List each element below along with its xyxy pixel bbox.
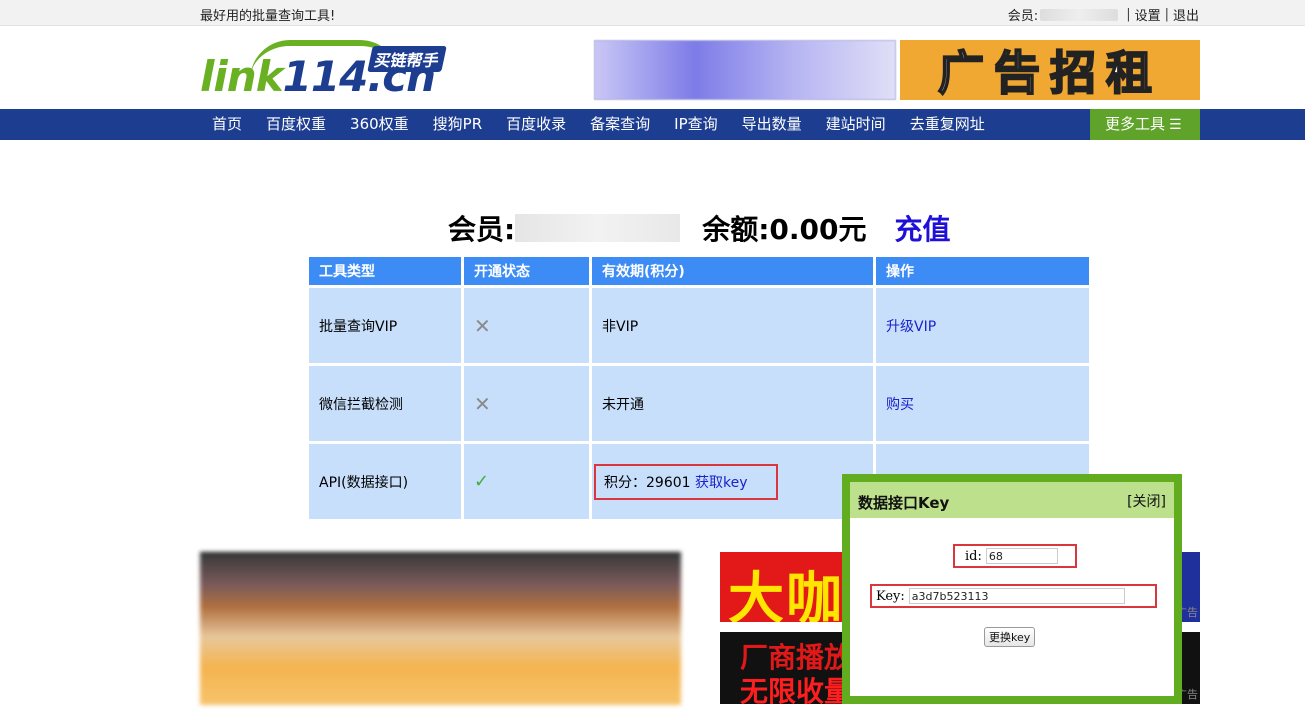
nav-baidu-weight[interactable]: 百度权重 [254, 109, 338, 140]
table-row: 批量查询VIP ✕ 非VIP 升级VIP [309, 288, 1089, 363]
cross-icon: ✕ [474, 391, 491, 416]
member-label: 会员: [1007, 9, 1039, 24]
points-text: 积分：29601 [604, 474, 691, 491]
id-field[interactable] [985, 548, 1058, 564]
nav-360-weight[interactable]: 360权重 [338, 109, 421, 140]
status-cell: ✕ [464, 366, 589, 441]
table-row: 微信拦截检测 ✕ 未开通 购买 [309, 366, 1089, 441]
dialog-title: 数据接口Key [858, 494, 950, 512]
member-summary: 会员: 余额:0.00元 充值 [448, 208, 951, 248]
action-cell: 购买 [876, 366, 1089, 441]
status-cell: ✓ [464, 444, 589, 519]
change-key-button[interactable]: 更换key [984, 627, 1036, 647]
more-tools-button[interactable]: 更多工具 ☰ [1090, 109, 1200, 140]
key-row: Key: [870, 584, 1157, 608]
member-label: 会员: [448, 213, 516, 246]
get-key-link[interactable]: 获取key [695, 475, 748, 491]
nav-home[interactable]: 首页 [200, 109, 254, 140]
key-field[interactable] [908, 588, 1125, 604]
ad-banner-blurred-bottom[interactable] [200, 552, 681, 705]
points-highlight: 积分：29601 获取key [594, 463, 778, 500]
nav-export-count[interactable]: 导出数量 [730, 109, 814, 140]
nav-site-age[interactable]: 建站时间 [814, 109, 898, 140]
site-logo[interactable]: link114.cn 买链帮手 [200, 40, 450, 102]
id-label: id: [965, 548, 982, 564]
validity-cell: 积分：29601 获取key [592, 444, 873, 519]
api-key-dialog: 数据接口Key [关闭] id: Key: 更换key [842, 474, 1182, 704]
cross-icon: ✕ [474, 313, 491, 338]
status-cell: ✕ [464, 288, 589, 363]
nav-sogou-pr[interactable]: 搜狗PR [421, 109, 494, 140]
id-row: id: [953, 544, 1077, 568]
user-links: 会员: | 设置 | 退出 [1007, 5, 1199, 24]
ad-banner-for-rent[interactable]: 广告招租 [900, 40, 1200, 101]
nav-icp-query[interactable]: 备案查询 [578, 109, 662, 140]
action-cell: 升级VIP [876, 288, 1089, 363]
dialog-close-button[interactable]: [关闭] [1127, 491, 1166, 511]
tool-type: API(数据接口) [309, 444, 461, 519]
logout-link[interactable]: 退出 [1173, 5, 1199, 24]
site-slogan: 最好用的批量查询工具! [200, 9, 336, 24]
logo-badge: 买链帮手 [367, 46, 447, 72]
validity: 未开通 [592, 366, 873, 441]
recharge-link[interactable]: 充值 [895, 208, 951, 248]
check-icon: ✓ [474, 471, 490, 492]
main-nav: 首页 百度权重 360权重 搜狗PR 百度收录 备案查询 IP查询 导出数量 建… [0, 109, 1305, 140]
list-menu-icon: ☰ [1169, 117, 1182, 133]
tool-type: 微信拦截检测 [309, 366, 461, 441]
ad-banner-blurred[interactable] [594, 40, 896, 100]
col-tool-type: 工具类型 [309, 257, 461, 285]
top-bar: 最好用的批量查询工具! 会员: | 设置 | 退出 [0, 0, 1305, 26]
settings-link[interactable]: 设置 [1135, 5, 1161, 24]
nav-ip-query[interactable]: IP查询 [662, 109, 729, 140]
col-action: 操作 [876, 257, 1089, 285]
col-status: 开通状态 [464, 257, 589, 285]
balance-text: 余额:0.00元 [702, 213, 867, 246]
nav-baidu-index[interactable]: 百度收录 [494, 109, 578, 140]
key-label: Key: [876, 588, 905, 604]
dialog-header: 数据接口Key [关闭] [850, 482, 1174, 518]
nav-dedupe-urls[interactable]: 去重复网址 [898, 109, 997, 140]
validity: 非VIP [592, 288, 873, 363]
tool-type: 批量查询VIP [309, 288, 461, 363]
member-id-redacted [515, 214, 681, 242]
buy-link[interactable]: 购买 [886, 397, 914, 413]
member-id-redacted [1040, 8, 1119, 21]
col-validity: 有效期(积分) [592, 257, 873, 285]
upgrade-vip-link[interactable]: 升级VIP [886, 319, 936, 335]
